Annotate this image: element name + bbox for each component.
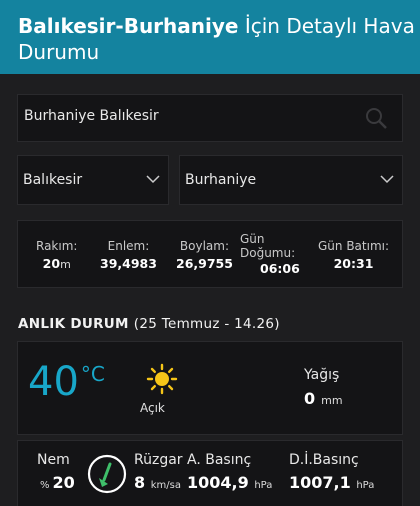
weather-details-panel: Nem % 20 Rüzgar 8 km/sa A. Basınç 1004,9 … bbox=[17, 440, 403, 506]
altitude-info: Rakım: 20m bbox=[36, 239, 78, 271]
humidity-value: % 20 bbox=[40, 473, 75, 492]
district-select[interactable]: Burhaniye bbox=[179, 155, 403, 205]
current-conditions-title: ANLIK DURUM (25 Temmuz - 14.26) bbox=[18, 316, 280, 332]
latitude-info: Enlem: 39,4983 bbox=[100, 239, 157, 271]
humidity-label: Nem bbox=[37, 452, 70, 468]
sun-icon bbox=[146, 363, 178, 395]
precipitation-value: 0 mm bbox=[304, 389, 343, 408]
temperature: 40 °C bbox=[28, 359, 105, 405]
page-title-line2: Durumu bbox=[18, 40, 100, 64]
sunset-info: Gün Batımı: 20:31 bbox=[318, 239, 390, 271]
search-value: Burhaniye Balıkesir bbox=[24, 108, 159, 124]
sea-pressure-value: 1007,1 hPa bbox=[289, 473, 375, 492]
chevron-down-icon bbox=[146, 175, 160, 184]
pressure-value: 1004,9 hPa bbox=[187, 473, 273, 492]
current-weather-panel: 40 °C Açık Yağış 0 mm bbox=[17, 341, 403, 435]
province-select[interactable]: Balıkesir bbox=[17, 155, 169, 205]
wind-label: Rüzgar bbox=[134, 452, 183, 468]
wind-direction-icon bbox=[87, 454, 127, 494]
search-input[interactable]: Burhaniye Balıkesir bbox=[17, 94, 403, 142]
chevron-down-icon bbox=[380, 175, 394, 184]
search-icon[interactable] bbox=[364, 106, 388, 130]
precipitation-label: Yağış bbox=[304, 367, 340, 383]
pressure-label: A. Basınç bbox=[187, 452, 252, 468]
page-header: Balıkesir-Burhaniye İçin Detaylı Hava Du… bbox=[0, 0, 420, 74]
location-info-panel: Rakım: 20m Enlem: 39,4983 Boylam: 26,975… bbox=[17, 220, 403, 288]
wind-value: 8 km/sa bbox=[134, 473, 181, 492]
sea-pressure-label: D.İ.Basınç bbox=[289, 452, 359, 468]
district-select-value: Burhaniye bbox=[185, 172, 257, 188]
province-select-value: Balıkesir bbox=[23, 172, 83, 188]
current-conditions-date: (25 Temmuz - 14.26) bbox=[133, 316, 280, 332]
page-title: Balıkesir-Burhaniye İçin Detaylı Hava bbox=[18, 14, 415, 38]
longitude-info: Boylam: 26,9755 bbox=[176, 239, 233, 271]
condition-text: Açık bbox=[140, 401, 165, 415]
sunrise-info: Gün Doğumu: 06:06 bbox=[240, 232, 300, 276]
